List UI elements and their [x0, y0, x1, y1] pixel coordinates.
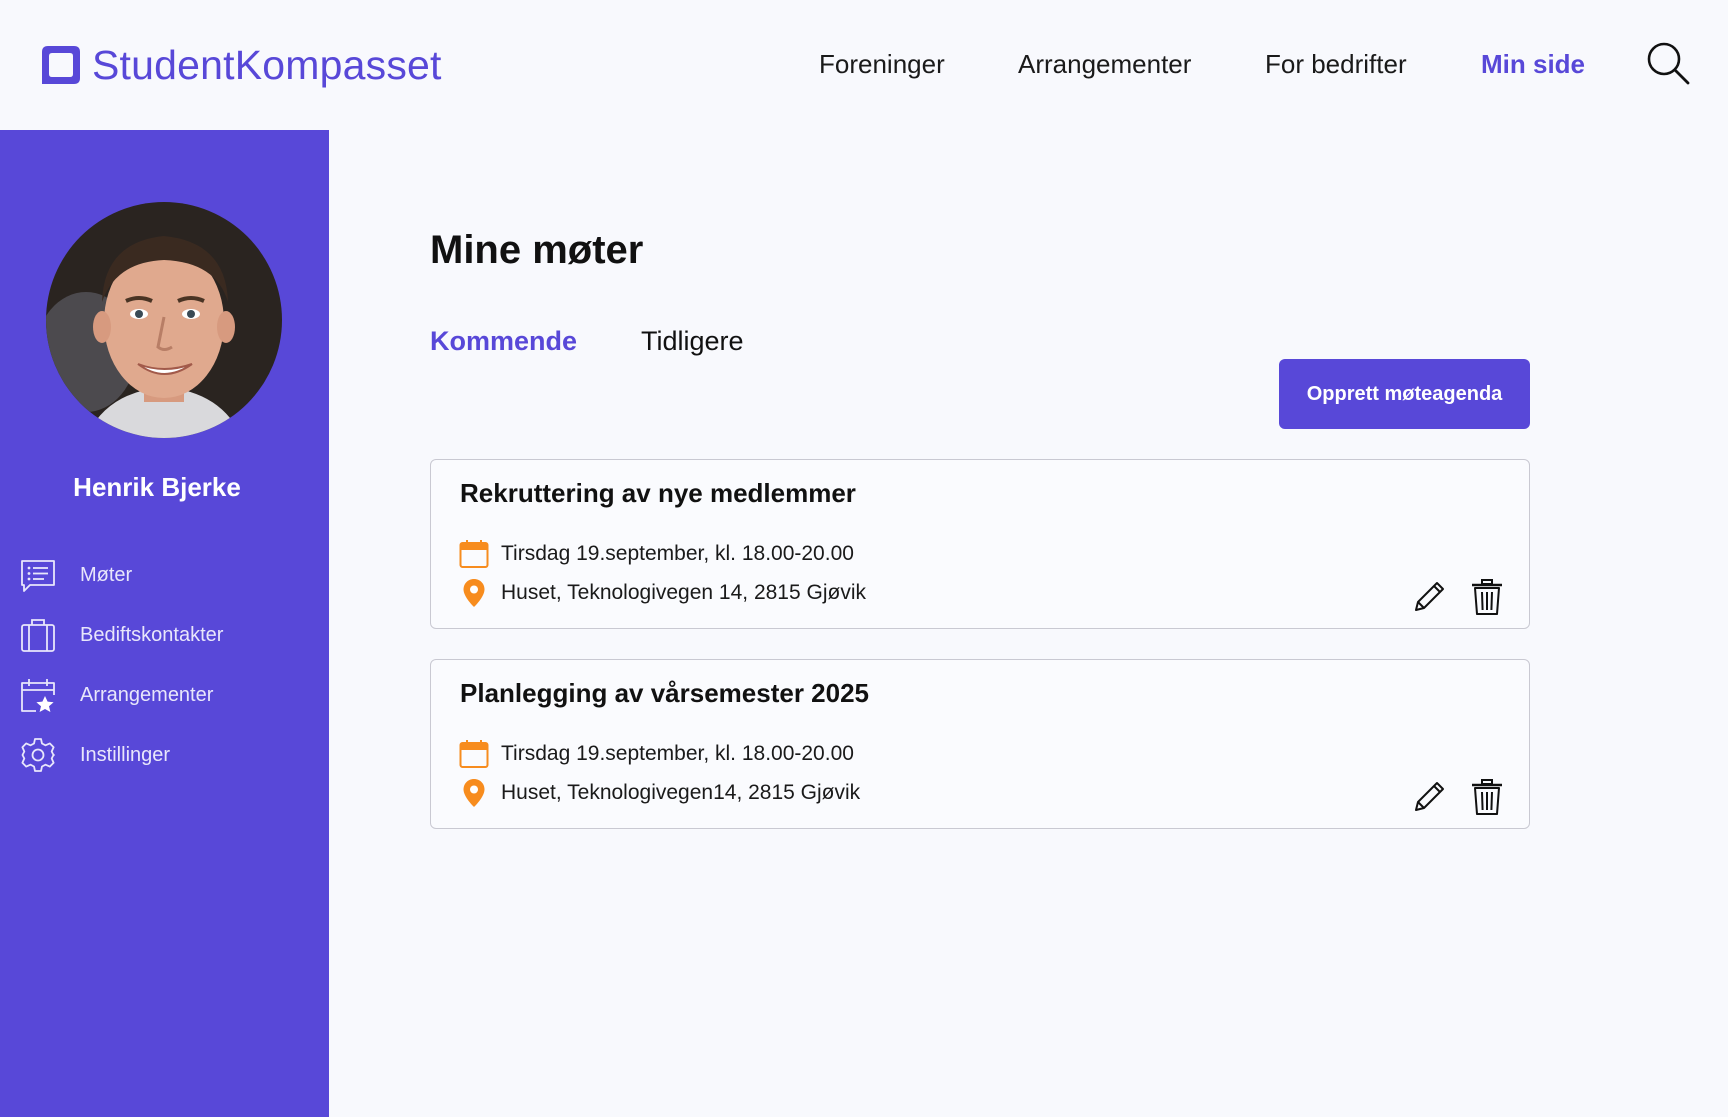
search-icon[interactable]	[1645, 40, 1691, 86]
meeting-location: Huset, Teknologivegen14, 2815 Gjøvik	[501, 781, 861, 804]
agenda-list-icon	[21, 560, 55, 592]
briefcase-icon	[21, 619, 55, 652]
gear-icon	[21, 738, 55, 772]
logo-icon	[42, 46, 80, 84]
trash-icon[interactable]	[1470, 778, 1504, 816]
sidebar-item-moter[interactable]: Møter	[20, 555, 132, 595]
sidebar-item-arrangementer[interactable]: Arrangementer	[20, 675, 213, 715]
meeting-date: Tirsdag 19.september, kl. 18.00-20.00	[501, 742, 854, 765]
meeting-title: Planlegging av vårsemester 2025	[460, 678, 870, 708]
nav-foreninger[interactable]: Foreninger	[819, 46, 945, 82]
user-name: Henrik Bjerke	[73, 472, 241, 502]
location-pin-icon	[463, 579, 485, 607]
location-pin-icon	[463, 779, 485, 807]
tab-tidligere[interactable]: Tidligere	[641, 326, 744, 357]
sidebar-item-bedriftskontakter[interactable]: Bediftskontakter	[20, 615, 223, 655]
brand-name: StudentKompasset	[92, 42, 442, 88]
meeting-date-row: Tirsdag 19.september, kl. 18.00-20.00	[459, 539, 854, 569]
nav-min-side[interactable]: Min side	[1481, 46, 1585, 82]
sidebar-item-label: Instillinger	[80, 743, 171, 766]
sidebar-item-label: Arrangementer	[80, 683, 214, 706]
nav-for-bedrifter[interactable]: For bedrifter	[1265, 46, 1407, 82]
meeting-date: Tirsdag 19.september, kl. 18.00-20.00	[501, 542, 854, 565]
meeting-location-row: Huset, Teknologivegen 14, 2815 Gjøvik	[459, 578, 866, 608]
nav-arrangementer[interactable]: Arrangementer	[1018, 46, 1191, 82]
meeting-location: Huset, Teknologivegen 14, 2815 Gjøvik	[501, 581, 866, 604]
avatar[interactable]	[46, 202, 282, 438]
calendar-star-icon	[21, 679, 55, 712]
trash-icon[interactable]	[1470, 578, 1504, 616]
meeting-card[interactable]: Rekruttering av nye medlemmer Tirsdag 19…	[430, 459, 1530, 629]
brand-logo[interactable]: StudentKompasset	[40, 40, 442, 90]
page-title: Mine møter	[430, 228, 644, 272]
meeting-title: Rekruttering av nye medlemmer	[460, 478, 856, 508]
sidebar-item-instillinger[interactable]: Instillinger	[20, 735, 170, 775]
sidebar-item-label: Møter	[80, 563, 133, 586]
create-agenda-button[interactable]: Opprett møteagenda	[1279, 359, 1530, 429]
user-avatar	[46, 202, 282, 438]
edit-pencil-icon[interactable]	[1412, 578, 1448, 614]
meeting-card[interactable]: Planlegging av vårsemester 2025 Tirsdag …	[430, 659, 1530, 829]
edit-pencil-icon[interactable]	[1412, 778, 1448, 814]
tab-kommende[interactable]: Kommende	[430, 326, 577, 357]
calendar-icon	[459, 740, 489, 768]
top-header: StudentKompasset Foreninger Arrangemente…	[0, 0, 1728, 130]
meeting-date-row: Tirsdag 19.september, kl. 18.00-20.00	[459, 739, 854, 769]
meeting-location-row: Huset, Teknologivegen14, 2815 Gjøvik	[459, 778, 860, 808]
calendar-icon	[459, 540, 489, 568]
sidebar: Henrik Bjerke Møter Bediftskontakter Arr…	[0, 130, 329, 1117]
sidebar-item-label: Bediftskontakter	[80, 623, 224, 646]
